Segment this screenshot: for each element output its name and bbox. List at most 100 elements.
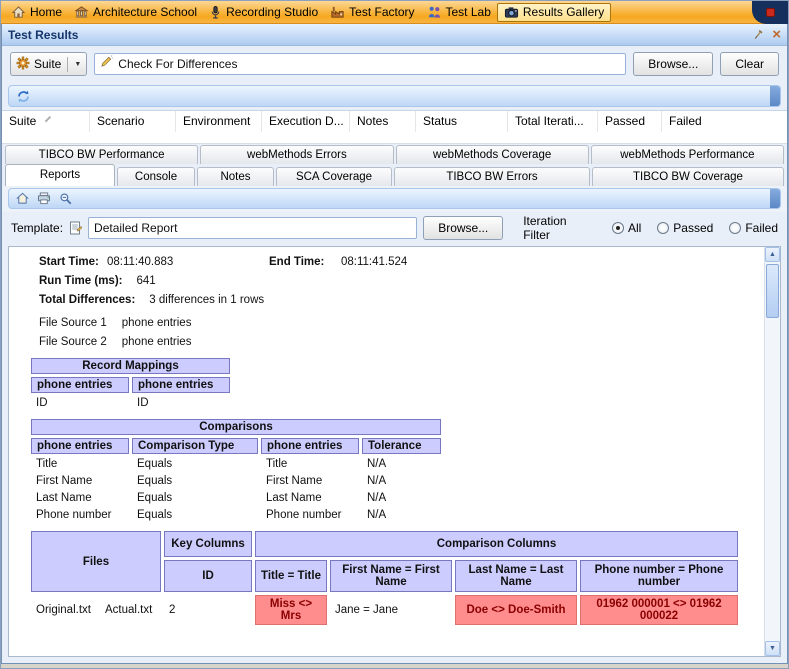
- end-time-label: End Time:: [269, 256, 325, 268]
- print-icon[interactable]: [37, 192, 51, 205]
- refresh-bar: [8, 85, 781, 107]
- comparison-cell: Equals: [137, 492, 173, 504]
- column-header-execution-date[interactable]: Execution D...: [262, 111, 350, 132]
- key-columns-header: Key Columns: [164, 531, 252, 557]
- menu-item-label: Test Lab: [445, 5, 491, 19]
- panel-title: Test Results: [8, 27, 79, 42]
- tab-tibco-bw-performance[interactable]: TIBCO BW Performance: [5, 145, 199, 164]
- report-view: Start Time: 08:11:40.883 End Time: 08:11…: [8, 246, 781, 657]
- chevron-down-icon[interactable]: ▼: [74, 61, 81, 68]
- menu-item-label: Test Factory: [349, 5, 415, 19]
- menu-item-test-lab[interactable]: Test Lab: [421, 3, 497, 22]
- report-content: Start Time: 08:11:40.883 End Time: 08:11…: [9, 247, 764, 656]
- diff-cell: 01962 000001 <> 01962 000022: [580, 595, 738, 625]
- record-mapping-cell: ID: [137, 397, 149, 409]
- radio-all[interactable]: All: [611, 221, 641, 235]
- tab-webmethods-coverage[interactable]: webMethods Coverage: [395, 145, 589, 164]
- tab-notes[interactable]: Notes: [197, 167, 274, 186]
- scroll-down-button[interactable]: ▼: [765, 641, 780, 656]
- total-differences-value: 3 differences in 1 rows: [149, 294, 265, 306]
- pin-icon[interactable]: [752, 29, 764, 41]
- comparisons-table: Comparisons phone entries Comparison Typ…: [28, 416, 444, 525]
- radio-passed[interactable]: Passed: [657, 221, 713, 235]
- file-source-1-label: File Source 1: [39, 317, 107, 329]
- key-column-id-header: ID: [164, 560, 252, 592]
- menu-item-label: Home: [30, 5, 63, 19]
- table-row: Original.txt Actual.txt 2 Miss <> Mrs Ja…: [31, 595, 738, 625]
- home-icon: [11, 5, 26, 20]
- report-toolbar: [8, 188, 781, 209]
- comparison-cell: N/A: [367, 492, 387, 504]
- template-input[interactable]: [94, 221, 412, 235]
- tab-console[interactable]: Console: [117, 167, 195, 186]
- menu-item-label: Results Gallery: [522, 5, 605, 19]
- scroll-up-button[interactable]: ▲: [765, 247, 780, 262]
- template-doc-icon[interactable]: [69, 221, 83, 235]
- record-mapping-cell: ID: [36, 397, 48, 409]
- record-mapping-header: phone entries: [31, 377, 129, 393]
- menu-item-test-factory[interactable]: Test Factory: [324, 3, 420, 22]
- comparison-cell: Last Name: [36, 492, 92, 504]
- files-header: Files: [31, 531, 161, 592]
- test-factory-icon: [330, 5, 345, 20]
- file-source-2-label: File Source 2: [39, 336, 107, 348]
- column-header-environment[interactable]: Environment: [176, 111, 262, 132]
- table-row: First Name Equals First Name N/A: [31, 474, 441, 488]
- tab-webmethods-errors[interactable]: webMethods Errors: [200, 145, 394, 164]
- tab-reports[interactable]: Reports: [5, 164, 115, 186]
- end-time-value: 08:11:41.524: [341, 256, 408, 268]
- comparison-column-header: Phone number = Phone number: [580, 560, 738, 592]
- menu-item-recording-studio[interactable]: Recording Studio: [203, 3, 324, 22]
- iteration-filter-label: Iteration Filter: [523, 214, 567, 242]
- comparison-cell: Phone number: [36, 509, 112, 521]
- template-browse-button[interactable]: Browse...: [423, 216, 504, 240]
- comparison-column-header: Last Name = Last Name: [455, 560, 577, 592]
- diff-cell: Miss <> Mrs: [255, 595, 327, 625]
- table-row: Title Equals Title N/A: [31, 457, 441, 471]
- tab-webmethods-performance[interactable]: webMethods Performance: [590, 145, 784, 164]
- vertical-scrollbar[interactable]: ▲ ▼: [764, 247, 780, 656]
- browse-button[interactable]: Browse...: [633, 52, 714, 76]
- close-icon[interactable]: ×: [772, 27, 781, 42]
- total-differences-label: Total Differences:: [39, 294, 136, 306]
- test-name-input[interactable]: [118, 57, 621, 71]
- file-source-1-value: phone entries: [121, 317, 192, 329]
- file-source-2-row: File Source 2 phone entries: [39, 333, 756, 352]
- radio-failed-circle: [729, 222, 742, 234]
- column-header-failed[interactable]: Failed: [662, 111, 787, 132]
- run-time-label: Run Time (ms):: [39, 275, 123, 287]
- column-header-passed[interactable]: Passed: [598, 111, 662, 132]
- architecture-school-icon: [74, 5, 89, 20]
- tab-tibco-bw-errors[interactable]: TIBCO BW Errors: [394, 167, 590, 186]
- start-time-value: 08:11:40.883: [107, 256, 174, 268]
- column-header-suite[interactable]: Suite: [2, 111, 90, 132]
- suite-split-button[interactable]: Suite ▼: [10, 52, 88, 76]
- radio-failed[interactable]: Failed: [729, 221, 778, 235]
- column-header-status[interactable]: Status: [416, 111, 508, 132]
- test-name-field[interactable]: [94, 53, 627, 75]
- menu-item-architecture-school[interactable]: Architecture School: [68, 3, 203, 22]
- comparison-cell: Title: [36, 458, 58, 470]
- column-header-scenario[interactable]: Scenario: [90, 111, 176, 132]
- template-field[interactable]: [88, 217, 418, 239]
- column-header-notes[interactable]: Notes: [350, 111, 416, 132]
- menu-item-label: Recording Studio: [226, 5, 319, 19]
- menu-item-home[interactable]: Home: [5, 3, 68, 22]
- tab-sca-coverage[interactable]: SCA Coverage: [276, 167, 392, 186]
- suite-button-label: Suite: [34, 57, 62, 71]
- tab-tibco-bw-coverage[interactable]: TIBCO BW Coverage: [592, 167, 784, 186]
- run-time-row: Run Time (ms): 641: [39, 272, 756, 291]
- clear-button[interactable]: Clear: [720, 52, 779, 76]
- comparison-column-header: Title = Title: [255, 560, 327, 592]
- refresh-bar-row: [2, 82, 787, 110]
- comparisons-header: phone entries: [31, 438, 129, 454]
- scroll-thumb[interactable]: [766, 264, 779, 318]
- radio-passed-label: Passed: [673, 221, 714, 235]
- menu-item-results-gallery[interactable]: Results Gallery: [496, 2, 612, 22]
- column-header-total-iterations[interactable]: Total Iterati...: [508, 111, 598, 132]
- zoom-icon[interactable]: [59, 192, 73, 206]
- refresh-icon[interactable]: [16, 89, 31, 104]
- home-report-icon[interactable]: [16, 192, 29, 205]
- radio-all-circle: [611, 222, 624, 234]
- panel-titlebar: Test Results ×: [2, 24, 787, 46]
